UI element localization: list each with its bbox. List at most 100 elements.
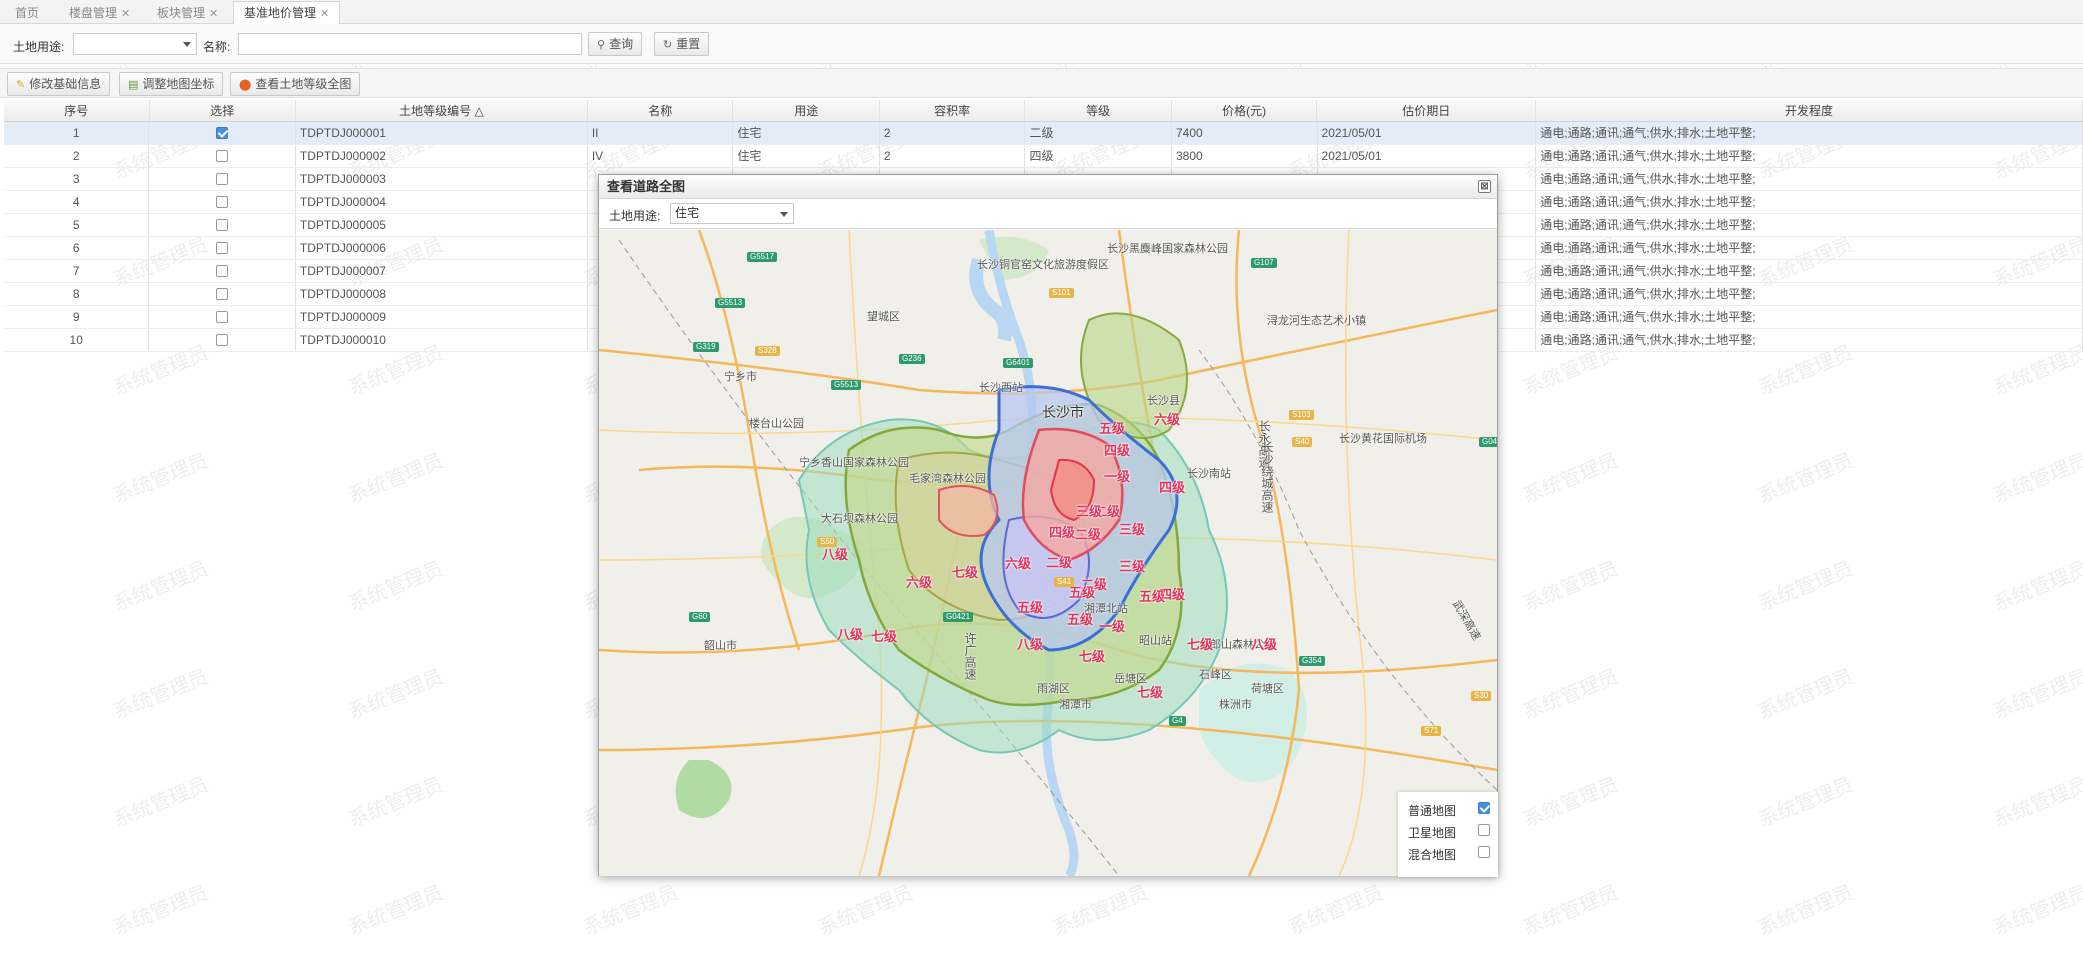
land-use-select[interactable] xyxy=(73,33,197,55)
query-button[interactable]: ⚲ 查询 xyxy=(588,32,643,56)
col-header-price[interactable]: 价格(元) xyxy=(1172,100,1318,121)
cell-far: 2 xyxy=(880,122,1026,144)
layer-checkbox[interactable] xyxy=(1478,846,1490,858)
layer-checkbox[interactable] xyxy=(1478,802,1490,814)
row-select-cell[interactable] xyxy=(149,122,296,144)
cell-no: 7 xyxy=(4,260,150,282)
watermark-text: 系统管理员 xyxy=(1755,665,1857,724)
close-icon[interactable]: ✕ xyxy=(121,8,130,20)
row-select-cell[interactable] xyxy=(149,260,296,282)
row-select-cell[interactable] xyxy=(149,191,296,213)
cell-far: 2 xyxy=(880,145,1026,167)
watermark-text: 系统管理员 xyxy=(1520,881,1622,940)
row-checkbox[interactable] xyxy=(216,172,229,185)
tab-land-price[interactable]: 基准地价管理 ✕ xyxy=(233,1,341,24)
dialog-land-use-select[interactable]: 住宅 xyxy=(670,203,794,224)
row-checkbox[interactable] xyxy=(216,333,229,346)
row-checkbox[interactable] xyxy=(216,218,229,231)
watermark-text: 系统管理员 xyxy=(345,449,447,508)
close-icon[interactable]: ✕ xyxy=(320,8,329,20)
cell-no: 1 xyxy=(4,122,150,144)
view-map-button[interactable]: ⬤ 查看土地等级全图 xyxy=(230,72,361,96)
road-map-dialog: 查看道路全图 ⊠ 土地用途: 住宅 长沙铜官窑文化旅游度假区 长沙黑麋峰国家森林… xyxy=(598,174,1498,877)
reset-button[interactable]: ↻ 重置 xyxy=(654,32,710,56)
dialog-title: 查看道路全图 xyxy=(607,179,686,194)
cell-dev: 通电;通路;通讯;通气;供水;排水;土地平整; xyxy=(1536,329,2083,351)
col-header-code[interactable]: 土地等级编号 △ xyxy=(296,100,588,121)
edit-info-button[interactable]: ✎ 修改基础信息 xyxy=(7,72,111,96)
col-header-name[interactable]: 名称 xyxy=(588,100,734,121)
adjust-coords-button[interactable]: ▤ 调整地图坐标 xyxy=(119,72,224,96)
cell-no: 8 xyxy=(4,283,150,305)
watermark-text: 系统管理员 xyxy=(1755,557,1857,616)
row-select-cell[interactable] xyxy=(149,283,296,305)
close-icon[interactable]: ✕ xyxy=(209,8,218,20)
row-checkbox[interactable] xyxy=(216,287,229,300)
watermark-text: 系统管理员 xyxy=(110,665,212,724)
watermark-text: 系统管理员 xyxy=(345,557,447,616)
road-shield-label: S71 xyxy=(1421,726,1442,736)
tab-property[interactable]: 楼盘管理 ✕ xyxy=(58,1,141,24)
tab-label: 楼盘管理 xyxy=(69,6,118,20)
tab-label: 首页 xyxy=(15,6,40,20)
tab-label: 基准地价管理 xyxy=(244,6,317,20)
layer-checkbox[interactable] xyxy=(1478,824,1490,836)
road-shield-label: S41 xyxy=(1054,577,1075,587)
map-type-switcher: 普通地图 卫星地图 混合地图 xyxy=(1398,792,1498,877)
road-shield-label: S40 xyxy=(1292,437,1313,447)
map-grade-label: 七级 xyxy=(1187,637,1214,652)
row-checkbox[interactable] xyxy=(216,126,229,139)
close-icon[interactable]: ⊠ xyxy=(1478,180,1491,193)
watermark-text: 系统管理员 xyxy=(1755,881,1857,940)
row-select-cell[interactable] xyxy=(149,145,296,167)
cell-no: 6 xyxy=(4,237,150,259)
col-header-grade[interactable]: 等级 xyxy=(1025,100,1172,121)
map-grade-label: 四级 xyxy=(1049,525,1076,540)
row-select-cell[interactable] xyxy=(149,237,296,259)
row-select-cell[interactable] xyxy=(149,306,296,328)
cell-dev: 通电;通路;通讯;通气;供水;排水;土地平整; xyxy=(1536,260,2083,282)
road-shield-label: G60 xyxy=(689,612,711,622)
map-place-label: 长沙南站 xyxy=(1187,468,1231,480)
col-header-far[interactable]: 容积率 xyxy=(880,100,1026,121)
map-grade-label: 二级 xyxy=(1075,527,1102,542)
row-checkbox[interactable] xyxy=(216,264,229,277)
dialog-filter-bar: 土地用途: 住宅 xyxy=(599,199,1497,229)
col-header-date[interactable]: 估价期日 xyxy=(1317,100,1537,121)
map-place-label: 许广高速 xyxy=(963,632,977,680)
row-checkbox[interactable] xyxy=(216,241,229,254)
cell-no: 9 xyxy=(4,306,150,328)
col-header-dev[interactable]: 开发程度 xyxy=(1536,100,2083,121)
watermark-text: 系统管理员 xyxy=(110,773,212,832)
layer-hybrid[interactable]: 混合地图 xyxy=(1408,846,1490,863)
cell-dev: 通电;通路;通讯;通气;供水;排水;土地平整; xyxy=(1536,145,2083,167)
layer-normal[interactable]: 普通地图 xyxy=(1408,802,1490,819)
col-header-use[interactable]: 用途 xyxy=(733,100,880,121)
row-select-cell[interactable] xyxy=(149,168,296,190)
table-row[interactable]: 2 TDPTDJ000002 IV 住宅 2 四级 3800 2021/05/01 通电;通路;… xyxy=(4,145,2083,168)
layer-satellite[interactable]: 卫星地图 xyxy=(1408,824,1490,841)
row-checkbox[interactable] xyxy=(216,310,229,323)
dialog-land-use-value: 住宅 xyxy=(675,206,700,220)
road-shield-label: S103 xyxy=(1289,410,1314,420)
col-header-select[interactable]: 选择 xyxy=(150,100,296,121)
row-select-cell[interactable] xyxy=(149,214,296,236)
name-input[interactable] xyxy=(238,33,582,55)
table-row[interactable]: 1 TDPTDJ000001 II 住宅 2 二级 7400 2021/05/01 通电;通路;… xyxy=(4,122,2083,145)
col-header-no[interactable]: 序号 xyxy=(4,100,150,121)
map-grade-label: 六级 xyxy=(1154,412,1181,427)
cell-price: 3800 xyxy=(1172,145,1318,167)
map-grade-label: 八级 xyxy=(837,627,864,642)
watermark-text: 系统管理员 xyxy=(1990,557,2083,616)
tab-block[interactable]: 板块管理 ✕ xyxy=(146,1,229,24)
map-canvas[interactable]: 长沙铜官窑文化旅游度假区 长沙黑麋峰国家森林公园 望城区 浔龙河生态艺术小镇 宁乡市 长沙… xyxy=(599,230,1497,876)
row-select-cell[interactable] xyxy=(149,329,296,351)
row-checkbox[interactable] xyxy=(216,149,229,162)
map-grade-label: 五级 xyxy=(1017,600,1044,615)
watermark-text: 系统管理员 xyxy=(1990,773,2083,832)
dialog-title-bar[interactable]: 查看道路全图 ⊠ xyxy=(599,175,1497,199)
cell-code: TDPTDJ000007 xyxy=(296,260,588,282)
row-checkbox[interactable] xyxy=(216,195,229,208)
watermark-text: 系统管理员 xyxy=(110,449,212,508)
tab-home[interactable]: 首页 xyxy=(4,1,50,24)
